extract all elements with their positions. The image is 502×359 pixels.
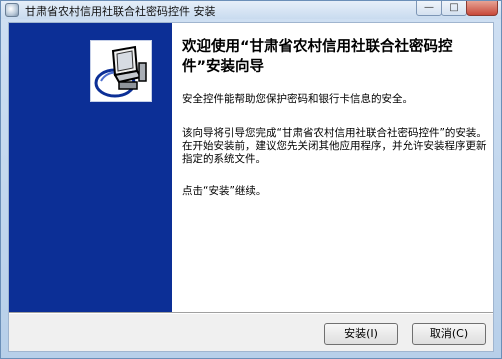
title-bar[interactable]: 甘肃省农村信用社联合社密码控件 安装 — □ — [1, 1, 501, 19]
maximize-button[interactable]: □ — [441, 1, 467, 16]
installer-window: 甘肃省农村信用社联合社密码控件 安装 — □ 欢迎使用“甘肃省农村信用社联合社密… — [0, 0, 502, 359]
window-controls: — □ — [416, 1, 467, 16]
install-button[interactable]: 安装(I) — [324, 323, 398, 345]
window-title: 甘肃省农村信用社联合社密码控件 安装 — [25, 5, 216, 18]
wizard-main-panel: 欢迎使用“甘肃省农村信用社联合社密码控件”安装向导 安全控件能帮助您保护密码和银… — [172, 23, 493, 312]
button-separator — [9, 312, 493, 314]
security-description: 安全控件能帮助您保护密码和银行卡信息的安全。 — [182, 93, 413, 105]
app-icon — [5, 3, 19, 17]
computer-installer-graphic — [91, 41, 151, 101]
cancel-button[interactable]: 取消(C) — [412, 323, 486, 345]
computer-installer-icon — [90, 40, 152, 102]
installation-guide-text: 该向导将引导您完成“甘肃省农村信用社联合社密码控件”的安装。在开始安装前，建议您… — [182, 127, 487, 165]
close-button[interactable] — [466, 1, 498, 16]
wizard-content: 欢迎使用“甘肃省农村信用社联合社密码控件”安装向导 安全控件能帮助您保护密码和银… — [8, 22, 494, 352]
continue-instruction: 点击“安装”继续。 — [182, 185, 267, 197]
minimize-button[interactable]: — — [416, 1, 442, 16]
wizard-sidebar — [9, 23, 172, 312]
wizard-heading: 欢迎使用“甘肃省农村信用社联合社密码控件”安装向导 — [182, 39, 453, 75]
